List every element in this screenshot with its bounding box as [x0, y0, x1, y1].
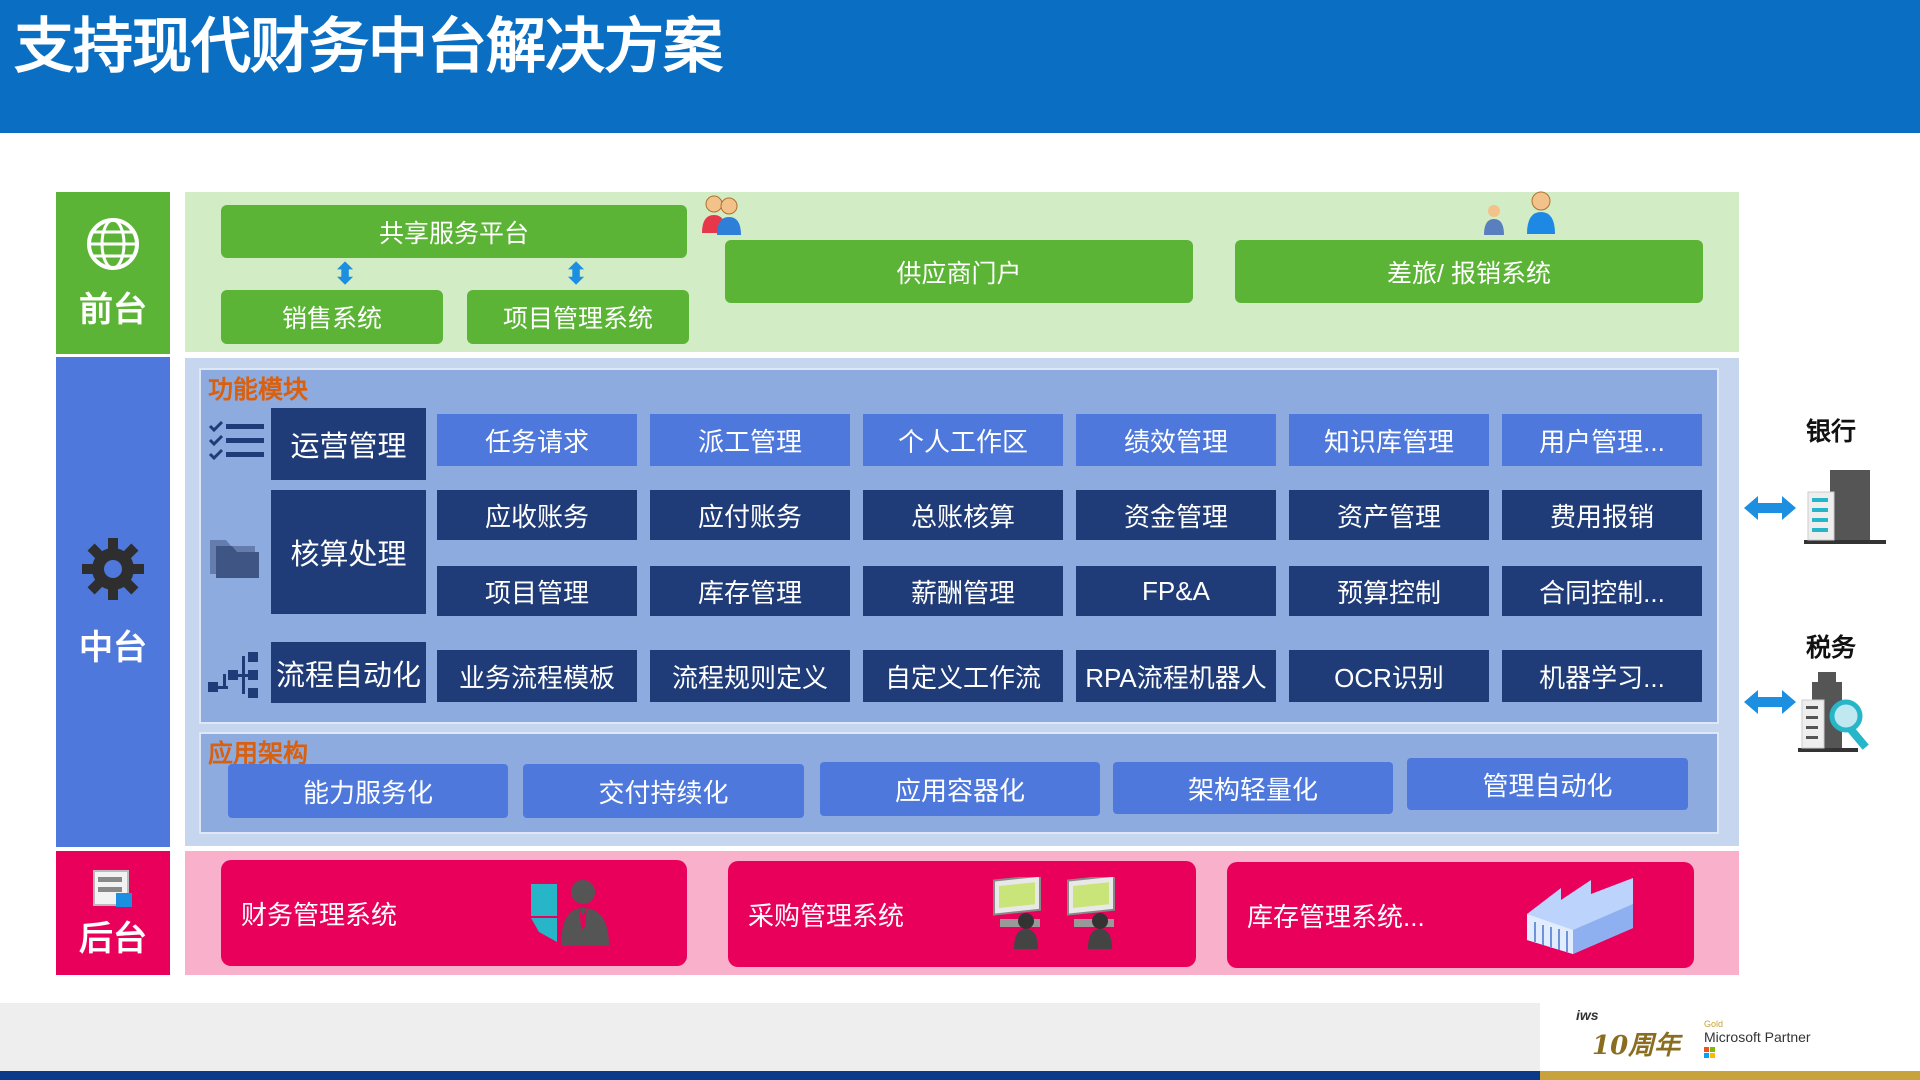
- footer-line-accent: [1540, 1071, 1920, 1080]
- partner-anniversary: 10周年: [1592, 1031, 1681, 1061]
- arch-item[interactable]: 架构轻量化: [1113, 762, 1393, 814]
- module-cell[interactable]: FP&A: [1076, 566, 1276, 616]
- module-cell[interactable]: 薪酬管理: [863, 566, 1063, 616]
- updown-arrow-icon: ⬍: [563, 257, 589, 291]
- module-cell[interactable]: 合同控制...: [1502, 566, 1702, 616]
- module-cell[interactable]: 流程规则定义: [650, 650, 850, 702]
- shared-service-platform[interactable]: 共享服务平台: [221, 205, 687, 258]
- arch-item[interactable]: 交付持续化: [523, 764, 804, 818]
- finance-system-label: 财务管理系统: [241, 899, 398, 930]
- footer-band: [0, 1003, 1540, 1071]
- module-cell[interactable]: 总账核算: [863, 490, 1063, 540]
- user-icon: [1527, 191, 1555, 234]
- updown-arrow-icon: ⬍: [332, 257, 358, 291]
- module-cell[interactable]: 个人工作区: [863, 414, 1063, 466]
- module-cell[interactable]: 自定义工作流: [863, 650, 1063, 702]
- tax-label: 税务: [1806, 634, 1857, 662]
- module-cell[interactable]: 业务流程模板: [437, 650, 637, 702]
- inventory-system-label: 库存管理系统...: [1247, 901, 1425, 932]
- page-title: 支持现代财务中台解决方案: [14, 12, 723, 80]
- arch-item[interactable]: 应用容器化: [820, 762, 1100, 816]
- module-cell[interactable]: 知识库管理: [1289, 414, 1489, 466]
- warehouse-icon: [1527, 878, 1633, 954]
- module-cell[interactable]: 资产管理: [1289, 490, 1489, 540]
- module-cell[interactable]: 费用报销: [1502, 490, 1702, 540]
- arch-item[interactable]: 管理自动化: [1407, 758, 1688, 810]
- side-label-back: 后台: [56, 851, 170, 975]
- module-cell[interactable]: 绩效管理: [1076, 414, 1276, 466]
- microsoft-logo-icon: [1704, 1047, 1715, 1058]
- workflow-icon: [208, 652, 258, 698]
- module-cell[interactable]: 预算控制: [1289, 566, 1489, 616]
- side-label-middle: 中台: [56, 357, 170, 847]
- gear-icon: [82, 537, 144, 600]
- purchase-system-label: 采购管理系统: [748, 900, 905, 931]
- side-back-text: 后台: [79, 919, 147, 958]
- purchase-system[interactable]: 采购管理系统: [728, 861, 1196, 967]
- partner-text: Microsoft Partner: [1704, 1029, 1811, 1045]
- module-cell[interactable]: 派工管理: [650, 414, 850, 466]
- bidirectional-arrow-icon: [1744, 690, 1796, 714]
- module-cell[interactable]: 资金管理: [1076, 490, 1276, 540]
- side-front-text: 前台: [79, 290, 147, 329]
- partner-logo: iws 10周年 Gold Microsoft Partner: [1572, 1003, 1820, 1069]
- module-cell[interactable]: 机器学习...: [1502, 650, 1702, 702]
- module-cell[interactable]: 库存管理: [650, 566, 850, 616]
- bank-label: 银行: [1806, 418, 1857, 446]
- finance-system[interactable]: 财务管理系统: [221, 860, 687, 966]
- globe-icon: [87, 217, 139, 270]
- side-label-front: 前台: [56, 192, 170, 354]
- module-cell[interactable]: 应付账务: [650, 490, 850, 540]
- module-cell[interactable]: 应收账务: [437, 490, 637, 540]
- tax-building-search-icon: [1798, 672, 1869, 752]
- category-automation[interactable]: 流程自动化: [271, 642, 426, 703]
- workstation-icon: [993, 877, 1115, 949]
- checklist-icon: [208, 420, 264, 461]
- side-middle-text: 中台: [79, 628, 147, 667]
- partner-small: Gold: [1704, 1019, 1724, 1029]
- supplier-portal[interactable]: 供应商门户: [725, 240, 1193, 303]
- module-cell[interactable]: 项目管理: [437, 566, 637, 616]
- bank-building-icon: [1804, 470, 1886, 544]
- category-ops[interactable]: 运营管理: [271, 408, 426, 480]
- inventory-system[interactable]: 库存管理系统...: [1227, 862, 1694, 968]
- project-management-system[interactable]: 项目管理系统: [467, 290, 689, 344]
- function-module-label: 功能模块: [208, 376, 309, 404]
- arch-item[interactable]: 能力服务化: [228, 764, 508, 818]
- module-cell[interactable]: RPA流程机器人: [1076, 650, 1276, 702]
- server-icon: [93, 869, 132, 907]
- travel-expense-system[interactable]: 差旅/ 报销系统: [1235, 240, 1703, 303]
- folder-icon: [210, 540, 259, 578]
- module-cell[interactable]: 任务请求: [437, 414, 637, 466]
- org-chart-icon: [531, 880, 609, 946]
- category-accounting[interactable]: 核算处理: [271, 490, 426, 614]
- users-icon: [702, 195, 741, 235]
- bidirectional-arrow-icon: [1744, 496, 1796, 520]
- partner-brand: iws: [1576, 1007, 1599, 1023]
- module-cell[interactable]: OCR识别: [1289, 650, 1489, 702]
- module-cell[interactable]: 用户管理...: [1502, 414, 1702, 466]
- user-icon: [1484, 205, 1504, 235]
- sales-system[interactable]: 销售系统: [221, 290, 443, 344]
